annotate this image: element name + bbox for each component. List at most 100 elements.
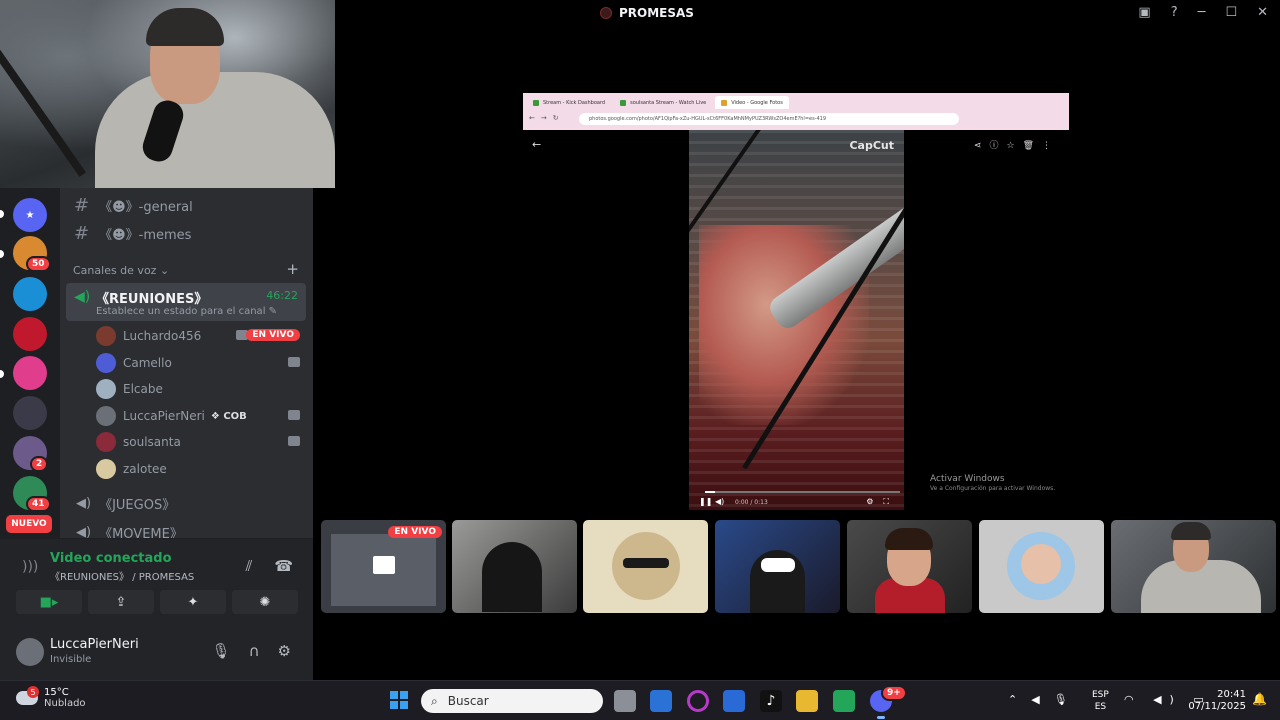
search-icon: ⌕ — [431, 693, 438, 708]
voice-channel[interactable]: ◀) 《JUEGOS》 — [76, 492, 175, 514]
user-status: Invisible — [50, 654, 92, 665]
activate-windows-sub: Ve a Configuración para activar Windows. — [930, 485, 1056, 492]
participant-tile-stream[interactable]: EN VIVO — [321, 520, 446, 613]
voice-member[interactable]: soulsanta — [96, 430, 306, 454]
camera-button[interactable]: ■▸ — [16, 590, 82, 614]
weather-badge: 5 — [27, 686, 39, 698]
speaker-icon: ◀) — [76, 495, 92, 511]
taskbar-search[interactable]: ⌕ Buscar — [421, 689, 603, 713]
activities-button[interactable]: ✦ — [160, 590, 226, 614]
clan-tag: ❖ COB — [210, 410, 247, 422]
windows-taskbar: 15°C Nublado 5 ⌕ Buscar ♪ 9+ ⌃◀🎙 ESP ES … — [0, 680, 1280, 720]
weather-temp: 15°C — [44, 687, 69, 698]
server-list: ★ 50 2 41 NUEVO — [0, 188, 60, 538]
avatar — [96, 406, 116, 426]
shared-browser: Stream - Kick Dashboard soulsanta Stream… — [523, 93, 1069, 130]
avatar — [96, 432, 116, 452]
screen-icon — [373, 556, 395, 574]
close-button[interactable]: ✕ — [1257, 5, 1268, 20]
language-indicator[interactable]: ESP ES — [1092, 689, 1109, 713]
help-icon[interactable]: ? — [1171, 5, 1178, 20]
server-icon-blue[interactable] — [13, 277, 47, 311]
channel-list: # 《☻》-general # 《☻》-memes Canales de voz… — [60, 188, 313, 542]
hash-icon: # — [74, 194, 90, 216]
video-controls: ❚❚ ◀) 0:00 / 0:13 ⚙⛶ — [699, 497, 899, 511]
inbox-icon[interactable]: ▣ — [1138, 5, 1150, 20]
voice-connected-subtitle[interactable]: 《REUNIONES》 / PROMESAS — [50, 568, 194, 583]
voice-member[interactable]: Elcabe — [96, 377, 306, 401]
clock[interactable]: 20:41 07/11/2025 — [1188, 689, 1246, 713]
live-badge: EN VIVO — [246, 329, 300, 341]
voice-category-label[interactable]: Canales de voz ⌄ — [73, 264, 169, 277]
voice-connection-panel: ))) Video conectado 《REUNIONES》 / PROMES… — [0, 538, 313, 626]
avatar — [96, 353, 116, 373]
voice-channel-active[interactable]: ◀) 《REUNIONES》 46:22 Establece un estado… — [66, 283, 306, 321]
browser-tab: soulsanta Stream - Watch Live — [614, 96, 713, 109]
soundboard-button[interactable]: ✺ — [232, 590, 298, 614]
tray-icons[interactable]: ⌃◀🎙 — [1008, 693, 1082, 706]
user-name[interactable]: LuccaPierNeri — [50, 637, 139, 652]
participant-tile[interactable] — [452, 520, 577, 613]
settings-icon[interactable]: ⚙ — [278, 642, 291, 660]
disconnect-icon[interactable]: ☎ — [274, 557, 293, 575]
file-explorer-icon[interactable] — [796, 690, 818, 712]
sunglasses-icon — [623, 558, 669, 568]
participant-tile[interactable] — [847, 520, 972, 613]
avatar[interactable] — [16, 638, 44, 666]
headphones-icon[interactable]: ∩ — [249, 642, 260, 660]
voice-channel-name: 《REUNIONES》 — [96, 292, 208, 307]
outlook-icon[interactable] — [650, 690, 672, 712]
voice-member[interactable]: zalotee — [96, 457, 306, 481]
participant-tile-self[interactable] — [1111, 520, 1276, 613]
browser-tab: Stream - Kick Dashboard — [527, 96, 612, 109]
add-channel-icon[interactable]: + — [286, 260, 299, 278]
discord-sidebar: ★ 50 2 41 NUEVO # 《☻》-general # 《☻》-meme… — [0, 188, 313, 680]
screen-share-button[interactable]: ⇪ — [88, 590, 154, 614]
browser-tab: Video - Google Fotos — [715, 96, 789, 109]
store-icon[interactable] — [723, 690, 745, 712]
camera-icon — [288, 357, 300, 367]
participant-tile[interactable] — [979, 520, 1104, 613]
voice-member[interactable]: Luchardo456 EN VIVO — [96, 324, 306, 348]
screen-root: PROMESAS ▣ ? ─ ☐ ✕ ★ 50 2 41 NUEVO # 《☻》… — [0, 0, 1280, 720]
voice-member[interactable]: Camello — [96, 351, 306, 375]
tiktok-icon[interactable]: ♪ — [760, 690, 782, 712]
participant-tile[interactable] — [715, 520, 840, 613]
set-status-hint[interactable]: Establece un estado para el canal ✎ — [96, 306, 277, 317]
server-badge: 2 — [30, 456, 49, 472]
signal-icon[interactable]: ))) — [22, 559, 38, 575]
start-button[interactable] — [390, 691, 408, 709]
screen-share-view[interactable]: Stream - Kick Dashboard soulsanta Stream… — [523, 93, 1069, 515]
whatsapp-icon[interactable] — [833, 690, 855, 712]
participant-tile[interactable] — [583, 520, 708, 613]
discord-badge: 9+ — [881, 685, 907, 701]
window-controls: ▣ ? ─ ☐ ✕ — [1138, 5, 1268, 20]
live-badge: EN VIVO — [388, 526, 442, 538]
speaker-icon: ◀) — [74, 289, 91, 305]
text-channel[interactable]: # 《☻》-general — [74, 193, 193, 217]
user-panel: LuccaPierNeri Invisible 🎙 ∩ ⚙ — [0, 626, 313, 680]
server-badge: 41 — [26, 496, 51, 512]
window-title-text: PROMESAS — [619, 6, 694, 20]
maximize-button[interactable]: ☐ — [1225, 5, 1237, 20]
server-icon-star[interactable]: ★ — [13, 198, 47, 232]
volume-icon: ◀) — [714, 497, 725, 506]
avatar — [96, 326, 116, 346]
server-icon-red[interactable] — [13, 317, 47, 351]
hash-icon: # — [74, 222, 90, 244]
noise-suppression-icon[interactable]: ⫽ — [246, 557, 253, 575]
voice-member[interactable]: LuccaPierNeri ❖ COB — [96, 404, 306, 428]
watermark: CapCut — [849, 139, 894, 152]
browser-url: photos.google.com/photo/AF1QipFa-xZu-HGU… — [579, 113, 959, 125]
task-view-icon[interactable] — [614, 690, 636, 712]
server-icon-dark[interactable] — [13, 396, 47, 430]
opera-icon[interactable] — [687, 690, 709, 712]
text-channel[interactable]: # 《☻》-memes — [74, 221, 191, 245]
server-icon-pink[interactable] — [13, 356, 47, 390]
microphone-icon[interactable]: 🎙 — [212, 642, 231, 660]
server-badge: 50 — [26, 256, 51, 272]
activate-windows-title: Activar Windows — [930, 474, 1005, 484]
minimize-button[interactable]: ─ — [1198, 5, 1206, 20]
notification-bell-icon[interactable]: 🔔 — [1252, 692, 1267, 706]
photo-toolbar-icons: ⋖ⓘ☆🗑⋮ — [973, 141, 1059, 151]
